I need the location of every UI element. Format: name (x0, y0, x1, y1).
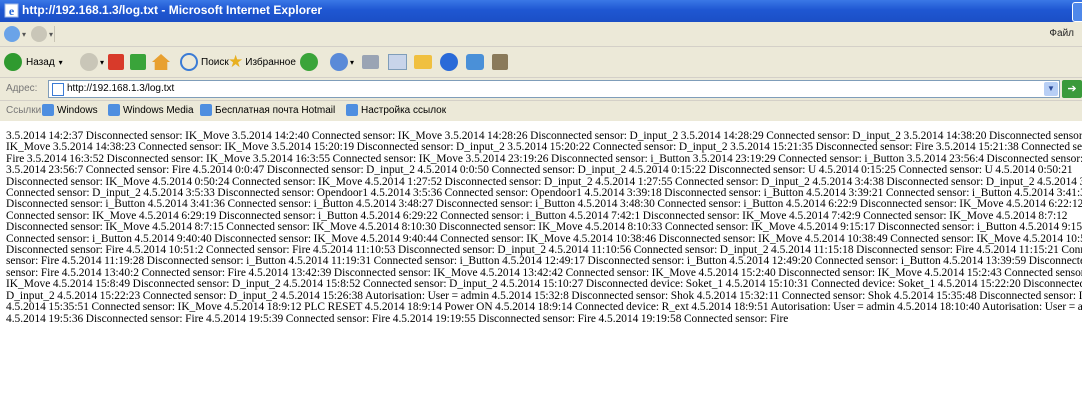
search-label: Поиск (201, 56, 229, 68)
standard-toolbar: Назад ▾ ▾ Поиск ★ Избранное ▾ (0, 47, 1082, 78)
search-button[interactable]: Поиск (180, 51, 229, 73)
window-title: http://192.168.1.3/log.txt - Microsoft I… (22, 3, 323, 17)
tools-button[interactable] (492, 51, 508, 73)
title-bar: e http://192.168.1.3/log.txt - Microsoft… (0, 0, 1082, 22)
print-icon (362, 55, 379, 69)
print-button[interactable] (362, 51, 379, 73)
refresh-button[interactable] (130, 51, 146, 73)
link-label: Windows (57, 104, 98, 116)
back-arrow-icon (4, 53, 22, 71)
back-small-icon[interactable] (4, 26, 20, 42)
menu-separator (54, 26, 55, 42)
media-icon (300, 53, 318, 71)
edit-page-icon (388, 54, 407, 70)
favorites-label: Избранное (245, 56, 296, 68)
ie-link-icon (42, 104, 54, 116)
page-content: 3.5.2014 14:2:37 Disconnected sensor: IK… (0, 121, 1082, 410)
forward-arrow-icon (80, 53, 98, 71)
back-menu-icon: ▾ (58, 57, 63, 67)
history-icon (330, 53, 348, 71)
edit-button[interactable] (388, 51, 407, 73)
media-button[interactable] (300, 51, 318, 73)
refresh-icon (130, 54, 146, 70)
links-bar: Ссылки Windows Windows Media Бесплатная … (0, 101, 1082, 122)
messenger-button[interactable] (466, 51, 484, 73)
home-button[interactable] (152, 51, 170, 73)
link-customize[interactable]: Настройка ссылок (346, 104, 446, 116)
research-icon (440, 53, 458, 71)
menu-file[interactable]: Файл (1049, 28, 1074, 39)
address-bar: Адрес: http://192.168.1.3/log.txt ▼ ➔ (0, 78, 1082, 101)
go-button[interactable]: ➔ (1062, 80, 1082, 98)
address-label: Адрес: (6, 83, 38, 94)
forward-button[interactable]: ▾ (80, 51, 104, 73)
home-icon (152, 54, 170, 70)
ie-link-icon (346, 104, 358, 116)
link-windows-media[interactable]: Windows Media (108, 104, 194, 116)
ie-link-icon (108, 104, 120, 116)
folder-button[interactable] (414, 51, 432, 73)
search-icon (180, 53, 198, 71)
link-windows[interactable]: Windows (42, 104, 98, 116)
address-input[interactable]: http://192.168.1.3/log.txt ▼ (48, 80, 1060, 98)
stop-icon (108, 54, 124, 70)
history-button[interactable]: ▾ (330, 51, 354, 73)
messenger-icon (466, 54, 484, 70)
forward-menu-icon: ▾ (100, 57, 105, 67)
forward-dropdown-icon[interactable]: ▾ (49, 30, 53, 39)
back-button[interactable]: Назад ▾ (4, 51, 63, 73)
favorites-button[interactable]: ★ Избранное (228, 51, 296, 73)
tools-icon (492, 54, 508, 70)
link-label: Windows Media (123, 104, 194, 116)
history-menu-icon: ▾ (350, 57, 355, 67)
address-url[interactable]: http://192.168.1.3/log.txt (67, 83, 174, 94)
link-label: Бесплатная почта Hotmail (215, 104, 336, 116)
link-hotmail[interactable]: Бесплатная почта Hotmail (200, 104, 335, 116)
page-icon (52, 83, 64, 96)
link-label: Настройка ссылок (361, 104, 447, 116)
log-text: 3.5.2014 14:2:37 Disconnected sensor: IK… (6, 130, 1082, 325)
svg-text:e: e (9, 4, 15, 18)
ie-link-icon (200, 104, 212, 116)
back-dropdown-icon[interactable]: ▾ (22, 30, 26, 39)
folder-icon (414, 55, 432, 69)
internet-explorer-icon: e (4, 3, 19, 18)
window-control-button[interactable] (1072, 2, 1082, 22)
back-label: Назад (26, 56, 55, 68)
favorites-star-icon: ★ (228, 52, 244, 71)
research-button[interactable] (440, 51, 458, 73)
links-label: Ссылки (6, 105, 42, 116)
address-dropdown-icon[interactable]: ▼ (1044, 82, 1058, 96)
forward-small-icon[interactable] (31, 26, 47, 42)
stop-button[interactable] (108, 51, 124, 73)
menu-bar: ▾ ▾ Файл (0, 22, 1082, 47)
